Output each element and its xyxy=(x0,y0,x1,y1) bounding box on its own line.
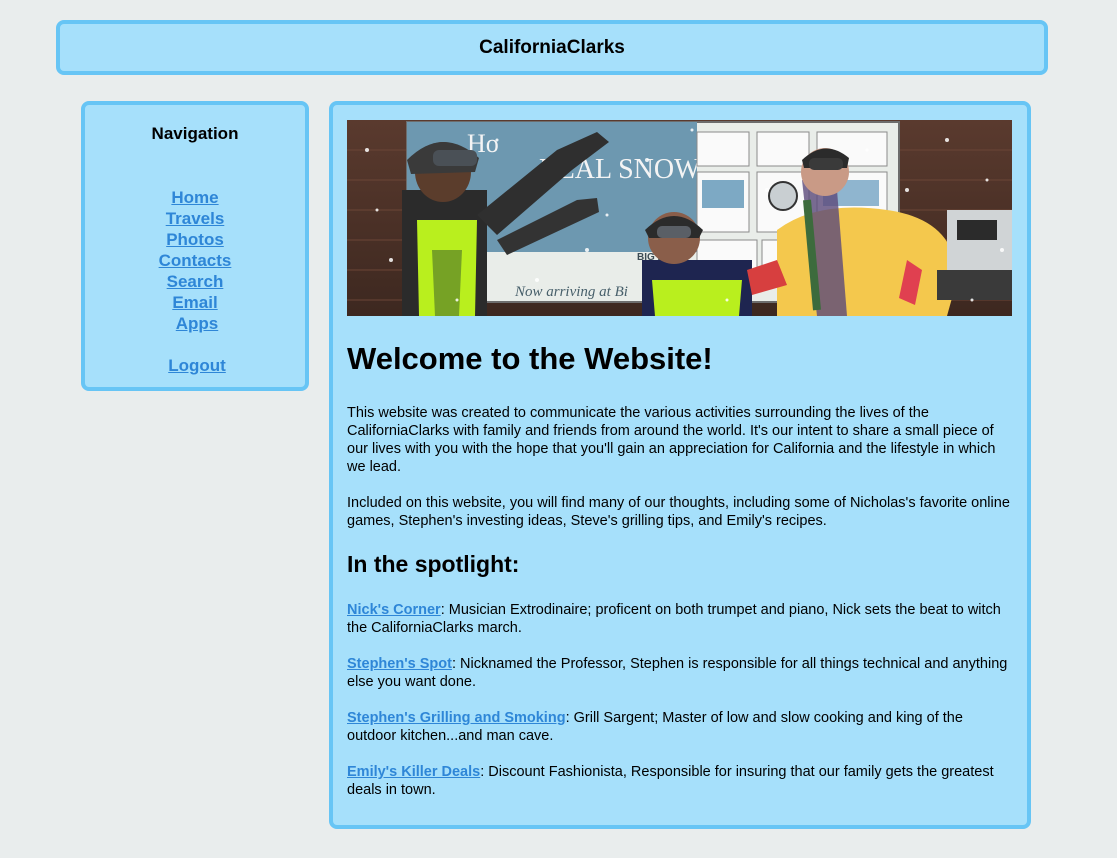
spotlight-item-nick: Nick's Corner: Musician Extrodinaire; pr… xyxy=(347,601,1012,637)
spotlight-item-stephen: Stephen's Spot: Nicknamed the Professor,… xyxy=(347,655,1012,691)
banner-photo: Ho REAL SNOW Now arriving at Bi BIG B xyxy=(347,120,1012,316)
spotlight-item-emily: Emily's Killer Deals: Discount Fashionis… xyxy=(347,763,1012,799)
nav-link-email[interactable]: Email xyxy=(172,293,217,312)
nav-link-photos[interactable]: Photos xyxy=(166,230,224,249)
included-paragraph: Included on this website, you will find … xyxy=(347,495,1010,529)
nav-link-apps[interactable]: Apps xyxy=(176,314,219,333)
spotlight-link-stephens-spot[interactable]: Stephen's Spot xyxy=(347,656,452,672)
nav-link-logout[interactable]: Logout xyxy=(168,356,226,375)
spotlight-text-nick: : Musician Extrodinaire; proficent on bo… xyxy=(347,602,1001,636)
navigation-panel: Navigation Home Travels Photos Contacts … xyxy=(81,101,309,391)
spotlight-link-grilling-smoking[interactable]: Stephen's Grilling and Smoking xyxy=(347,710,566,726)
nav-link-travels[interactable]: Travels xyxy=(166,209,225,228)
spotlight-heading: In the spotlight: xyxy=(347,551,520,577)
site-header: CaliforniaClarks xyxy=(56,20,1048,75)
welcome-heading: Welcome to the Website! xyxy=(347,341,713,376)
nav-item-email: Email xyxy=(85,292,305,313)
nav-spacer xyxy=(85,334,305,355)
site-title: CaliforniaClarks xyxy=(479,36,625,58)
nav-item-travels: Travels xyxy=(85,208,305,229)
spotlight-link-emilys-killer-deals[interactable]: Emily's Killer Deals xyxy=(347,764,480,780)
main-content: Ho REAL SNOW Now arriving at Bi BIG B We… xyxy=(329,101,1031,829)
nav-item-contacts: Contacts xyxy=(85,250,305,271)
sign-info-images xyxy=(702,180,879,211)
navigation-title: Navigation xyxy=(151,124,239,143)
sign-text-footer: Now arriving at Bi xyxy=(514,284,628,300)
nav-menu: Home Travels Photos Contacts Search Emai… xyxy=(85,187,305,376)
spotlight-item-grilling: Stephen's Grilling and Smoking: Grill Sa… xyxy=(347,709,1012,745)
intro-paragraph: This website was created to communicate … xyxy=(347,405,996,475)
nav-item-logout: Logout xyxy=(85,355,305,376)
snow-machine xyxy=(937,210,1012,300)
nav-link-home[interactable]: Home xyxy=(171,188,218,207)
nav-item-photos: Photos xyxy=(85,229,305,250)
nav-link-search[interactable]: Search xyxy=(167,272,224,291)
nav-item-apps: Apps xyxy=(85,313,305,334)
nav-item-home: Home xyxy=(85,187,305,208)
nav-item-search: Search xyxy=(85,271,305,292)
spotlight-link-nicks-corner[interactable]: Nick's Corner xyxy=(347,602,441,618)
nav-link-contacts[interactable]: Contacts xyxy=(159,251,232,270)
